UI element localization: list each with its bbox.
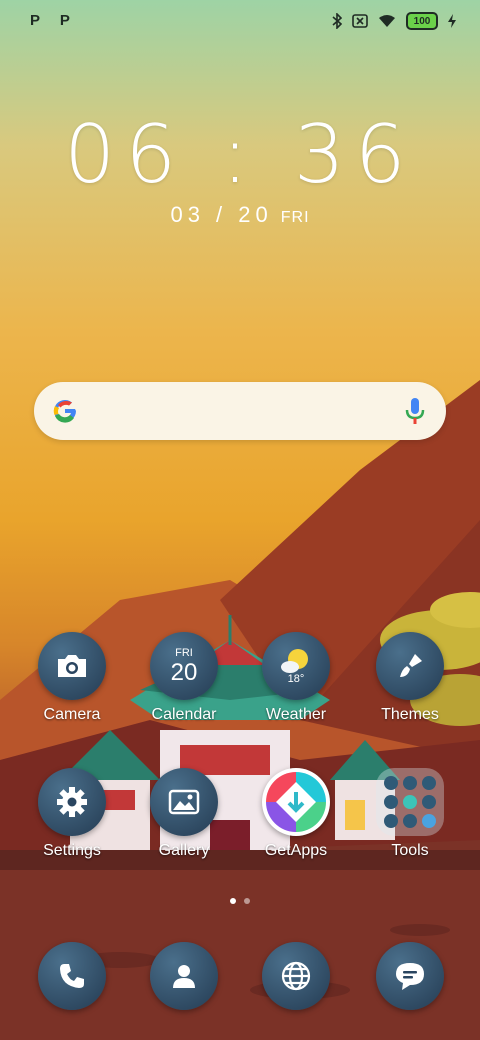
app-settings[interactable]: Settings — [22, 768, 122, 860]
dock-browser[interactable] — [246, 942, 346, 1010]
calendar-date: 20 — [170, 658, 198, 686]
page-indicator — [0, 898, 480, 904]
status-bar: P P 100 — [0, 0, 480, 44]
phone-icon — [38, 942, 106, 1010]
bluetooth-icon — [332, 13, 342, 29]
dock-messages[interactable] — [360, 942, 460, 1010]
battery-icon: 100 — [406, 12, 438, 30]
page-dot — [244, 898, 250, 904]
folder-tools[interactable]: Tools — [360, 768, 460, 860]
clock-date[interactable]: 03 / 20 FRI — [0, 202, 480, 228]
weather-icon: 18° — [262, 632, 330, 700]
battery-level: 100 — [413, 15, 431, 27]
person-icon — [150, 942, 218, 1010]
app-label: Settings — [43, 842, 101, 859]
no-sim-icon — [352, 14, 368, 28]
date-text: 03 / 20 — [170, 202, 273, 227]
app-label: Weather — [265, 706, 327, 723]
clock-time[interactable]: 06 : 36 — [0, 108, 480, 201]
image-icon — [150, 768, 218, 836]
day-text: FRI — [280, 209, 310, 226]
google-search-bar[interactable] — [34, 382, 446, 440]
paintbrush-icon — [376, 632, 444, 700]
gear-icon — [38, 768, 106, 836]
notification-icons: P P — [30, 12, 78, 29]
calendar-icon: FRI 20 — [150, 632, 218, 700]
getapps-icon — [262, 768, 330, 836]
camera-icon — [38, 632, 106, 700]
app-label: Gallery — [158, 842, 210, 859]
charging-icon — [448, 14, 456, 28]
app-themes[interactable]: Themes — [360, 632, 460, 724]
app-calendar[interactable]: FRI 20 Calendar — [134, 632, 234, 724]
mic-icon[interactable] — [404, 396, 426, 426]
chat-icon — [376, 942, 444, 1010]
app-getapps[interactable]: GetApps — [246, 768, 346, 860]
app-label: Themes — [381, 706, 439, 723]
page-dot-active — [230, 898, 236, 904]
calendar-day: FRI — [175, 646, 193, 659]
folder-label: Tools — [391, 842, 429, 859]
app-camera[interactable]: Camera — [22, 632, 122, 724]
weather-temp: 18° — [287, 673, 305, 685]
app-label: GetApps — [264, 842, 328, 859]
folder-icon — [376, 768, 444, 836]
app-label: Camera — [43, 706, 101, 723]
wifi-icon — [379, 15, 395, 27]
globe-icon — [262, 942, 330, 1010]
google-icon — [53, 399, 76, 423]
app-gallery[interactable]: Gallery — [134, 768, 234, 860]
app-label: Calendar — [151, 706, 217, 723]
app-weather[interactable]: 18° Weather — [246, 632, 346, 724]
dock-contacts[interactable] — [134, 942, 234, 1010]
dock-phone[interactable] — [22, 942, 122, 1010]
